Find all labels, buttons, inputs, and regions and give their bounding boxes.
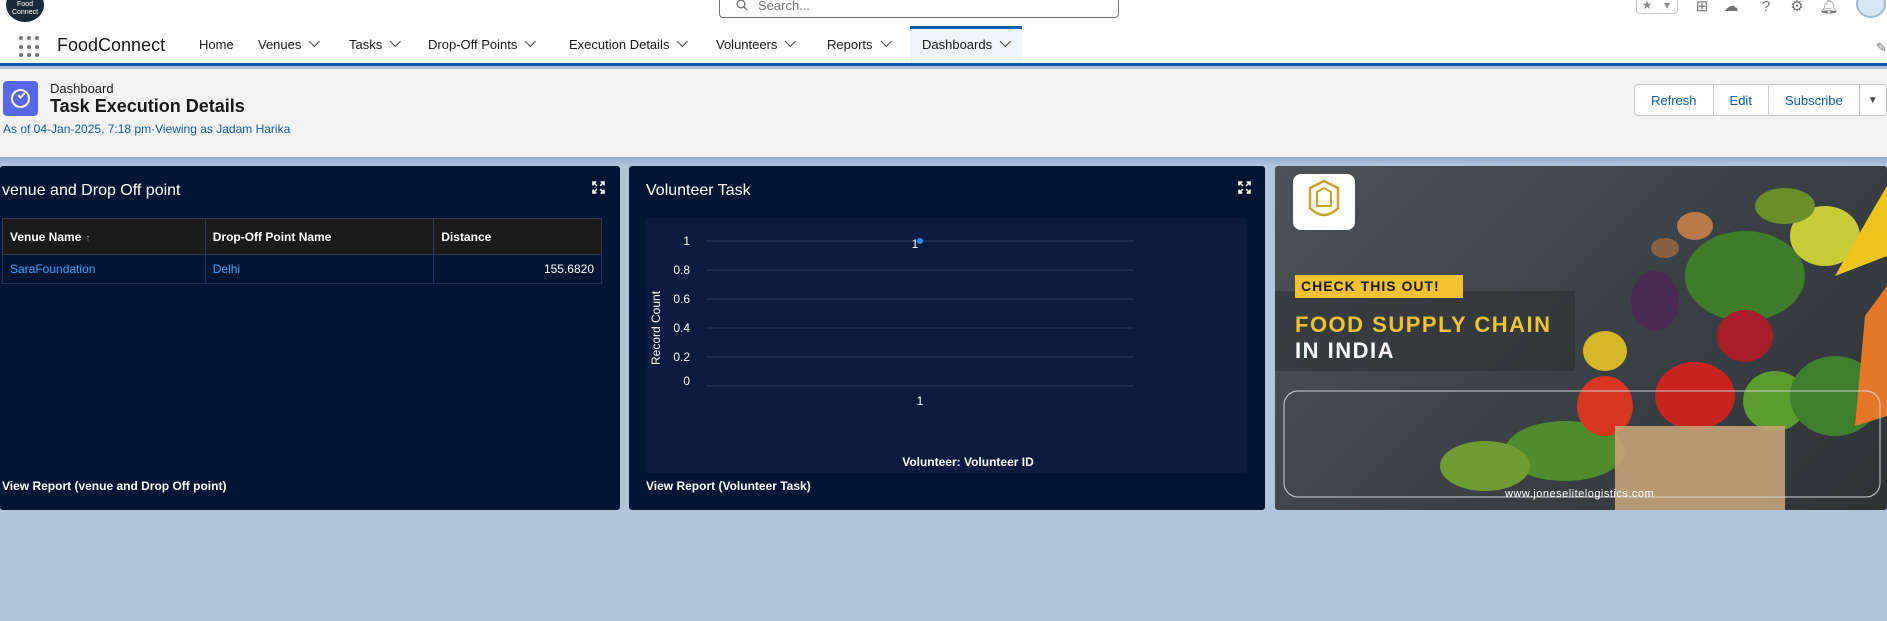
- y-tick-label: 0.2: [673, 350, 690, 364]
- chevron-down-icon[interactable]: [785, 35, 797, 48]
- app-name: FoodConnect: [57, 35, 166, 55]
- app-logo[interactable]: Food Connect: [6, 0, 44, 22]
- breadcrumb: Dashboard: [50, 81, 114, 96]
- y-tick-label: 1: [683, 234, 690, 248]
- y-tick-label: 0.6: [673, 292, 690, 306]
- sort-ascending-icon[interactable]: ↑: [85, 233, 90, 244]
- expand-icon[interactable]: [592, 181, 605, 194]
- nav-item-execution-details[interactable]: Execution Details: [569, 26, 689, 63]
- search-icon: [736, 0, 748, 11]
- dashboard-gauge-icon: [3, 81, 38, 116]
- edit-nav-pencil-icon[interactable]: ✎: [1876, 40, 1887, 56]
- card-title: Volunteer Task: [646, 182, 751, 199]
- x-axis-label: Volunteer: Volunteer ID: [902, 455, 1034, 469]
- add-icon[interactable]: ⊞: [1691, 0, 1713, 16]
- y-tick-label: 0: [683, 374, 690, 388]
- volunteer-task-card: Volunteer Task 0 0.2 0.4 0.6 0.8 1 1 1 Record…: [629, 166, 1265, 510]
- favorites-button[interactable]: ★ ▾: [1636, 0, 1678, 14]
- drop-off-point-link[interactable]: Delhi: [204, 254, 435, 284]
- help-icon[interactable]: ?: [1755, 0, 1777, 16]
- chevron-down-icon[interactable]: [880, 35, 892, 48]
- promo-headline-2: IN INDIA: [1295, 338, 1395, 363]
- volunteer-task-chart: 0 0.2 0.4 0.6 0.8 1 1 1 Record Count Voluntee…: [646, 218, 1247, 473]
- nav-item-home[interactable]: Home: [199, 26, 234, 63]
- search-input[interactable]: [758, 0, 1098, 13]
- nav-item-volunteers[interactable]: Volunteers: [716, 26, 797, 63]
- as-of-timestamp[interactable]: As of 04-Jan-2025, 7:18 pm·Viewing as Ja…: [3, 122, 290, 136]
- chevron-down-icon[interactable]: [309, 35, 321, 48]
- edit-button[interactable]: Edit: [1712, 84, 1769, 116]
- x-tick-label: 1: [917, 394, 924, 408]
- page-title: Task Execution Details: [50, 96, 245, 116]
- venue-table: Venue Name ↑ Drop-Off Point Name Distance…: [2, 218, 602, 284]
- column-header-drop-off-point[interactable]: Drop-Off Point Name: [204, 218, 435, 255]
- promo-url: www.joneselitelogistics.com: [1505, 488, 1655, 500]
- chart-svg: 0 0.2 0.4 0.6 0.8 1 1 1 Record Count Voluntee…: [649, 234, 1134, 469]
- dashboard-actions: Refresh Edit Subscribe ▼: [1634, 84, 1887, 116]
- data-label: 1: [912, 237, 919, 251]
- venue-dropoff-card: venue and Drop Off point Venue Name ↑ Dro…: [0, 166, 620, 510]
- view-report-link[interactable]: View Report (Volunteer Task): [646, 479, 811, 493]
- nav-item-dashboards[interactable]: Dashboards: [910, 26, 1023, 63]
- table-header-row: Venue Name ↑ Drop-Off Point Name Distance: [2, 218, 602, 255]
- more-actions-button[interactable]: ▼: [1858, 84, 1887, 116]
- chevron-down-icon: ▾: [1663, 0, 1671, 12]
- notifications-bell-icon[interactable]: 🔔︎: [1818, 0, 1840, 16]
- card-title: venue and Drop Off point: [2, 182, 181, 199]
- nav-item-drop-off-points[interactable]: Drop-Off Points: [428, 26, 537, 63]
- chevron-down-icon[interactable]: [677, 35, 689, 48]
- nav-item-tasks[interactable]: Tasks: [349, 26, 402, 63]
- dashboard-header: Dashboard Task Execution Details As of 0…: [0, 69, 1887, 157]
- global-header: Food Connect ★▾ ⊞ ☁ ? ⚙ 🔔︎: [0, 0, 1887, 26]
- app-launcher-icon[interactable]: [19, 36, 41, 58]
- refresh-button[interactable]: Refresh: [1634, 84, 1714, 116]
- trailhead-icon[interactable]: ☁: [1720, 0, 1742, 16]
- global-search[interactable]: [719, 0, 1119, 18]
- view-report-link[interactable]: View Report (venue and Drop Off point): [2, 479, 226, 493]
- nav-item-venues[interactable]: Venues: [258, 26, 321, 63]
- promo-badge: CHECK THIS OUT!: [1301, 278, 1440, 294]
- promo-banner: CHECK THIS OUT! FOOD SUPPLY CHAIN IN IND…: [1275, 166, 1887, 510]
- caret-down-icon: ▼: [1867, 94, 1878, 106]
- user-avatar[interactable]: [1856, 0, 1886, 18]
- distance-value: 155.6820: [433, 254, 602, 284]
- venue-name-link[interactable]: SaraFoundation: [2, 254, 206, 284]
- table-row: SaraFoundation Delhi 155.6820: [2, 254, 602, 284]
- chevron-down-icon[interactable]: [389, 35, 402, 48]
- app-navigation-bar: FoodConnect Home Venues Tasks Drop-Off P…: [0, 26, 1887, 66]
- settings-gear-icon[interactable]: ⚙: [1786, 0, 1808, 16]
- expand-icon[interactable]: [1238, 181, 1251, 194]
- promo-headline-1: FOOD SUPPLY CHAIN: [1295, 312, 1552, 337]
- y-tick-label: 0.8: [673, 263, 690, 277]
- subscribe-button[interactable]: Subscribe: [1767, 84, 1860, 116]
- chevron-down-icon[interactable]: [524, 35, 537, 48]
- column-header-venue-name[interactable]: Venue Name ↑: [2, 218, 206, 255]
- chevron-down-icon[interactable]: [999, 35, 1012, 48]
- nav-item-reports[interactable]: Reports: [827, 26, 892, 63]
- y-axis-label: Record Count: [649, 290, 663, 365]
- y-tick-label: 0.4: [673, 321, 690, 335]
- column-header-distance[interactable]: Distance: [433, 218, 602, 255]
- star-icon: ★: [1641, 0, 1653, 12]
